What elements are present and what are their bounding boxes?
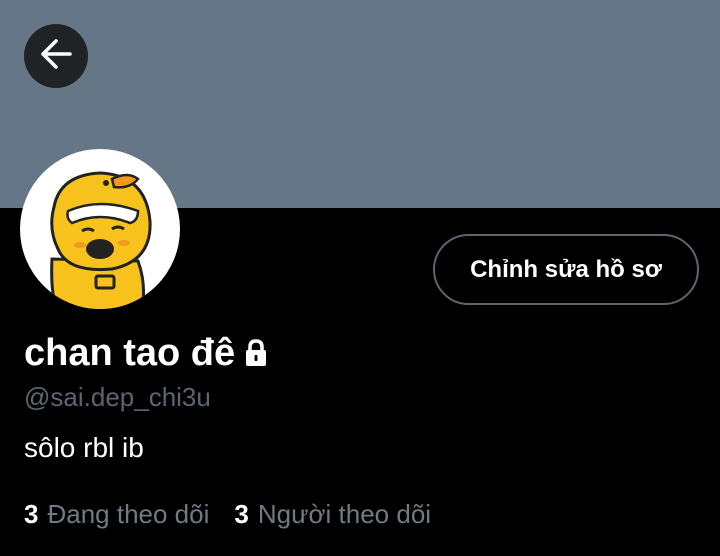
profile-handle: @sai.dep_chi3u	[24, 382, 211, 412]
arrow-left-icon	[39, 37, 73, 76]
edit-profile-button[interactable]: Chỉnh sửa hồ sơ	[433, 234, 699, 305]
display-name: chan tao đê	[24, 328, 271, 378]
following-count: 3	[24, 499, 39, 529]
display-name-text: chan tao đê	[24, 332, 236, 374]
lock-icon	[241, 338, 271, 368]
following-label: Đang theo dõi	[47, 499, 210, 529]
profile-stats: 3 Đang theo dõi 3 Người theo dõi	[24, 497, 431, 531]
followers-count: 3	[234, 499, 249, 529]
edit-profile-button-label: Chỉnh sửa hồ sơ	[470, 255, 662, 283]
followers-stat[interactable]: 3 Người theo dõi	[234, 497, 431, 531]
profile-bio: sôlo rbl ib	[24, 432, 144, 463]
following-stat[interactable]: 3 Đang theo dõi	[24, 497, 209, 531]
back-button[interactable]	[24, 24, 88, 88]
followers-label: Người theo dõi	[257, 499, 432, 529]
avatar[interactable]	[20, 149, 180, 309]
